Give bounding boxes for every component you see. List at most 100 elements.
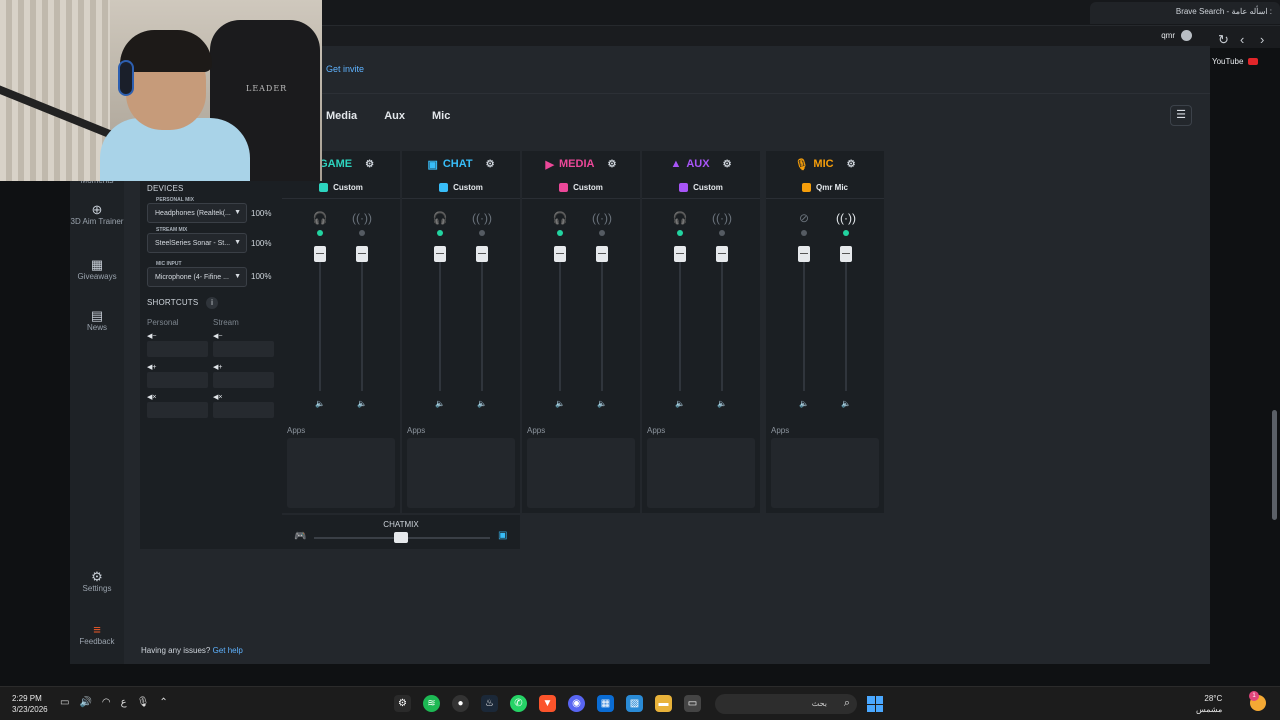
- personal-mix-select[interactable]: Headphones (Realtek(... ▼: [147, 203, 247, 223]
- stream-fader[interactable]: ((·)) 🔈: [592, 211, 612, 431]
- tab-media[interactable]: Media: [326, 110, 357, 122]
- personal-fader[interactable]: 🎧 🔈: [670, 211, 690, 431]
- reload-icon[interactable]: ↻: [1218, 32, 1229, 48]
- shortcut-key-field[interactable]: [213, 341, 274, 357]
- weather-widget[interactable]: 28°C مشمس: [1196, 693, 1222, 715]
- fader-knob[interactable]: [356, 246, 368, 262]
- shortcut-key-field[interactable]: [213, 402, 274, 418]
- volume-icon[interactable]: 🔊: [79, 697, 91, 708]
- profile-button[interactable]: qmr: [1161, 30, 1192, 41]
- language-indicator[interactable]: ع: [121, 697, 127, 708]
- stream-fader[interactable]: ((·)) 🔈: [472, 211, 492, 431]
- speaker-icon[interactable]: 🔈: [798, 399, 810, 411]
- headphones-icon[interactable]: 🎧: [670, 211, 690, 225]
- fader-track[interactable]: [319, 251, 321, 391]
- headphones-icon[interactable]: 🎧: [430, 211, 450, 225]
- apps-dropzone[interactable]: [527, 438, 635, 508]
- fader-knob[interactable]: [716, 246, 728, 262]
- stream-fader[interactable]: ((·)) 🔈: [352, 211, 372, 431]
- forward-icon[interactable]: ›: [1260, 32, 1264, 47]
- broadcast-icon[interactable]: ((·)): [712, 211, 732, 225]
- fader-knob[interactable]: [314, 246, 326, 262]
- fader-knob[interactable]: [554, 246, 566, 262]
- channel-preset[interactable]: Custom: [642, 177, 760, 199]
- obs-icon[interactable]: ●: [452, 695, 469, 712]
- gear-icon[interactable]: ⚙: [486, 159, 495, 170]
- personal-mix-percent[interactable]: 100%: [251, 209, 271, 218]
- speaker-icon[interactable]: 🔈: [716, 399, 728, 411]
- headphones-icon[interactable]: 🎧: [310, 211, 330, 225]
- apps-dropzone[interactable]: [647, 438, 755, 508]
- fader-track[interactable]: [559, 251, 561, 391]
- sidebar-item-giveaways[interactable]: ▦ Giveaways: [70, 258, 124, 282]
- speaker-icon[interactable]: 🔈: [554, 399, 566, 411]
- notepad-icon[interactable]: ▭: [684, 695, 701, 712]
- mic-input-percent[interactable]: 100%: [251, 272, 271, 281]
- shortcut-key-field[interactable]: [147, 341, 208, 357]
- tab-aux[interactable]: Aux: [384, 110, 405, 122]
- personal-fader[interactable]: 🎧 🔈: [550, 211, 570, 431]
- bookmark-youtube[interactable]: YouTube: [1212, 57, 1259, 66]
- shortcut-key-field[interactable]: [147, 372, 208, 388]
- headphones-icon[interactable]: 🎧: [550, 211, 570, 225]
- gear-icon[interactable]: ⚙: [847, 159, 856, 170]
- apps-dropzone[interactable]: [407, 438, 515, 508]
- apps-dropzone[interactable]: [287, 438, 395, 508]
- brave-icon[interactable]: ▼: [539, 695, 556, 712]
- gear-icon[interactable]: ⚙: [365, 159, 374, 170]
- channel-preset[interactable]: Qmr Mic: [766, 177, 884, 199]
- get-help-link[interactable]: Get help: [213, 646, 243, 655]
- browser-tab[interactable]: Brave Search - اسأله عامة :: [1090, 2, 1280, 24]
- back-icon[interactable]: ‹: [1240, 32, 1244, 47]
- personal-fader[interactable]: 🎧 🔈: [310, 211, 330, 431]
- microphone-icon[interactable]: 🎙: [137, 697, 150, 708]
- store-icon[interactable]: ▦: [597, 695, 614, 712]
- start-button[interactable]: [867, 696, 883, 712]
- channel-preset[interactable]: Custom: [402, 177, 520, 199]
- chevron-up-icon[interactable]: ⌃: [159, 697, 167, 708]
- info-icon[interactable]: i: [206, 297, 218, 309]
- sidebar-item-news[interactable]: ▤ News: [70, 309, 124, 333]
- sidebar-item-feedback[interactable]: ≡ Feedback: [70, 623, 124, 647]
- fader-track[interactable]: [845, 251, 847, 391]
- apps-dropzone[interactable]: [771, 438, 879, 508]
- broadcast-icon[interactable]: ((·)): [592, 211, 612, 225]
- tab-mic[interactable]: Mic: [432, 110, 450, 122]
- speaker-icon[interactable]: 🔈: [434, 399, 446, 411]
- photos-icon[interactable]: ▨: [626, 695, 643, 712]
- fader-track[interactable]: [361, 251, 363, 391]
- fader-track[interactable]: [601, 251, 603, 391]
- fader-knob[interactable]: [674, 246, 686, 262]
- sidebar-item-3d-aim-trainer[interactable]: ⊕ 3D Aim Trainer: [70, 203, 124, 227]
- gear-icon[interactable]: ⚙: [723, 159, 732, 170]
- speaker-icon[interactable]: 🔈: [674, 399, 686, 411]
- broadcast-icon[interactable]: ((·)): [472, 211, 492, 225]
- fader-track[interactable]: [721, 251, 723, 391]
- speaker-icon[interactable]: 🔈: [596, 399, 608, 411]
- wifi-icon[interactable]: ◠: [102, 697, 111, 708]
- channel-preset[interactable]: Custom: [522, 177, 640, 199]
- stream-fader[interactable]: ((·)) 🔈: [836, 211, 856, 431]
- sidebar-item-settings[interactable]: ⚙ Settings: [70, 570, 124, 594]
- discord-icon[interactable]: ◉: [568, 695, 585, 712]
- fader-knob[interactable]: [476, 246, 488, 262]
- menu-icon[interactable]: ☰: [1170, 105, 1192, 126]
- taskbar-search[interactable]: بحث ⌕: [715, 694, 857, 714]
- stream-mix-percent[interactable]: 100%: [251, 239, 271, 248]
- fader-track[interactable]: [481, 251, 483, 391]
- folder-icon[interactable]: ▬: [655, 695, 672, 712]
- speaker-icon[interactable]: 🔈: [314, 399, 326, 411]
- personal-fader[interactable]: ⊘ 🔈: [794, 211, 814, 431]
- broadcast-icon[interactable]: ((·)): [352, 211, 372, 225]
- fader-track[interactable]: [439, 251, 441, 391]
- steam-icon[interactable]: ♨: [481, 695, 498, 712]
- gear-icon[interactable]: ⚙: [607, 159, 616, 170]
- whatsapp-icon[interactable]: ✆: [510, 695, 527, 712]
- personal-fader[interactable]: 🎧 🔈: [430, 211, 450, 431]
- fader-knob[interactable]: [596, 246, 608, 262]
- shortcut-key-field[interactable]: [213, 372, 274, 388]
- shortcut-key-field[interactable]: [147, 402, 208, 418]
- headphones-off-icon[interactable]: ⊘: [794, 211, 814, 225]
- page-scrollbar[interactable]: [1272, 410, 1277, 520]
- fader-knob[interactable]: [840, 246, 852, 262]
